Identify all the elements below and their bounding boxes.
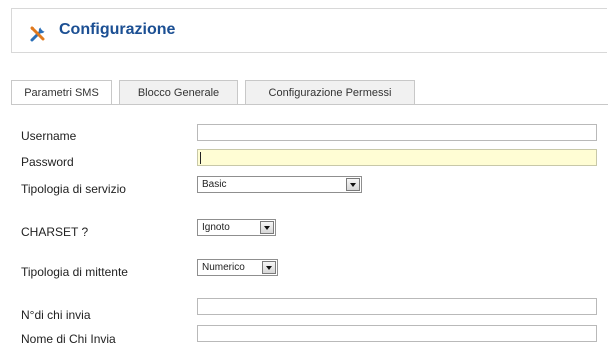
tab-label: Configurazione Permessi	[268, 86, 392, 99]
sender-type-select[interactable]: Numerico	[197, 259, 278, 276]
sender-name-field[interactable]	[197, 325, 597, 342]
sender-type-label: Tipologia di mittente	[21, 265, 128, 279]
chevron-down-icon[interactable]	[262, 261, 276, 274]
password-label: Password	[21, 155, 74, 169]
tab-label: Blocco Generale	[137, 86, 220, 99]
sender-number-field[interactable]	[197, 298, 597, 315]
password-field[interactable]	[197, 149, 597, 166]
username-label: Username	[21, 129, 77, 143]
service-type-select[interactable]: Basic	[197, 176, 362, 193]
tab-configurazione-permessi[interactable]: Configurazione Permessi	[245, 80, 415, 104]
text-caret	[200, 152, 201, 164]
charset-label: CHARSET ?	[21, 225, 89, 239]
username-field[interactable]	[197, 124, 597, 141]
charset-select[interactable]: Ignoto	[197, 219, 276, 236]
chevron-down-icon[interactable]	[346, 178, 360, 191]
sender-name-label: Nome di Chi Invia	[21, 332, 116, 346]
tools-icon	[30, 26, 45, 42]
service-type-value: Basic	[202, 179, 227, 190]
sender-type-value: Numerico	[202, 262, 245, 273]
page-title: Configurazione	[59, 21, 176, 38]
tab-blocco-generale[interactable]: Blocco Generale	[119, 80, 238, 104]
tab-divider	[11, 104, 608, 105]
tab-parametri-sms[interactable]: Parametri SMS	[11, 80, 112, 105]
chevron-down-icon[interactable]	[260, 221, 274, 234]
charset-value: Ignoto	[202, 222, 230, 233]
page-header: Configurazione	[11, 8, 607, 53]
sender-number-label: N°di chi invia	[21, 308, 91, 322]
tab-label: Parametri SMS	[24, 87, 99, 99]
service-type-label: Tipologia di servizio	[21, 182, 126, 196]
